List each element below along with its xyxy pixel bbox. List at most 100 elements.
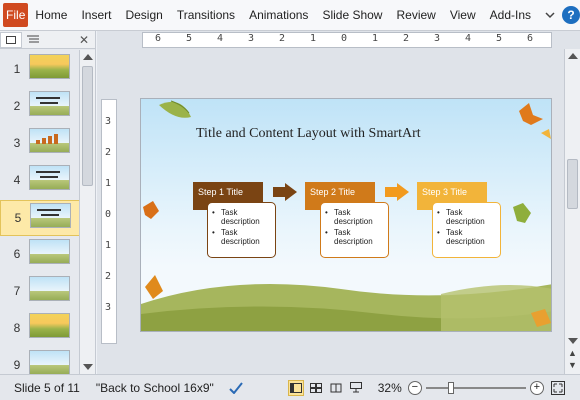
fit-slide-icon[interactable] [550, 380, 566, 396]
slide-thumbnail[interactable]: 1 [0, 52, 80, 88]
step-arrow-2 [385, 183, 409, 201]
slides-pane: ✕ 1 2 3 4 5 6 7 8 9 [0, 31, 96, 374]
ruler-tick-label: 4 [465, 33, 472, 44]
scroll-down-icon[interactable] [83, 364, 93, 370]
slide-number: 8 [13, 321, 21, 335]
slides-tab-icon[interactable] [0, 31, 22, 48]
tab-home[interactable]: Home [28, 8, 74, 22]
outline-tab-icon[interactable] [22, 32, 44, 48]
slide-thumbnail-image[interactable] [29, 276, 70, 301]
slide-thumbnail-image[interactable] [29, 54, 70, 79]
slide-thumbnail[interactable]: 2 [0, 89, 80, 125]
ruler-tick-label: 3 [105, 116, 112, 127]
ruler-tick-label: 1 [105, 178, 112, 189]
zoom-level[interactable]: 32% [366, 381, 408, 395]
vertical-ruler: 3 2 1 0 1 2 3 [101, 99, 117, 344]
slide-thumbnail[interactable]: 7 [0, 274, 80, 310]
editor-scrollbar[interactable]: ▲ ▼ [564, 49, 580, 374]
slide-sorter-icon[interactable] [308, 380, 324, 396]
horizontal-ruler: 6 5 4 3 2 1 0 1 2 3 4 5 6 [142, 32, 552, 48]
step-2-box[interactable]: Task description Task description [320, 202, 389, 258]
theme-name[interactable]: "Back to School 16x9" [86, 381, 220, 395]
slide-number: 1 [13, 62, 21, 76]
scroll-down-icon[interactable] [568, 338, 578, 344]
slide-counter: Slide 5 of 11 [14, 380, 80, 395]
slide-number: 3 [13, 136, 21, 150]
slide-number: 9 [13, 358, 21, 372]
slide-thumbnail-image[interactable] [29, 350, 70, 374]
step-3-bullet: Task description [437, 228, 496, 246]
ruler-tick-label: 2 [105, 271, 112, 282]
slide-thumbnail-image[interactable] [30, 203, 71, 228]
slide-editor: 6 5 4 3 2 1 0 1 2 3 4 5 6 3 2 1 0 1 2 3 Title and Content … [97, 31, 580, 374]
next-slide-icon[interactable]: ▼ [568, 360, 577, 370]
tab-insert[interactable]: Insert [74, 8, 118, 22]
scroll-thumb[interactable] [567, 159, 578, 209]
close-pane-icon[interactable]: ✕ [79, 33, 89, 47]
reading-view-icon[interactable] [328, 380, 344, 396]
ruler-tick-label: 6 [155, 33, 162, 44]
thumbnail-scrollbar[interactable] [79, 50, 95, 374]
ruler-tick-label: 6 [527, 33, 534, 44]
tab-review[interactable]: Review [389, 8, 442, 22]
slide-thumbnail-image[interactable] [29, 128, 70, 153]
pane-tabs: ✕ [0, 31, 95, 49]
ruler-tick-label: 1 [310, 33, 317, 44]
tab-view[interactable]: View [443, 8, 483, 22]
ruler-tick-label: 3 [105, 302, 112, 313]
ruler-tick-label: 5 [186, 33, 193, 44]
previous-slide-icon[interactable]: ▲ [568, 348, 577, 358]
tab-slide-show[interactable]: Slide Show [315, 8, 389, 22]
slide-thumbnail-image[interactable] [29, 313, 70, 338]
tab-design[interactable]: Design [118, 8, 169, 22]
tab-transitions[interactable]: Transitions [170, 8, 242, 22]
slide-number: 2 [13, 99, 21, 113]
scroll-thumb[interactable] [82, 66, 93, 186]
ruler-tick-label: 3 [248, 33, 255, 44]
spell-check-icon[interactable] [228, 380, 244, 396]
slide-number: 4 [13, 173, 21, 187]
zoom-slider-handle[interactable] [447, 381, 454, 394]
step-2-bullet: Task description [325, 208, 384, 226]
slide-number: 7 [13, 284, 21, 298]
tab-add-ins[interactable]: Add-Ins [483, 8, 538, 22]
help-icon[interactable]: ? [562, 6, 580, 24]
ruler-tick-label: 3 [434, 33, 441, 44]
normal-view-icon[interactable] [287, 379, 304, 396]
ruler-tick-label: 4 [217, 33, 224, 44]
tab-animations[interactable]: Animations [242, 8, 315, 22]
scroll-up-icon[interactable] [83, 54, 93, 60]
slide-thumbnail[interactable]: 4 [0, 163, 80, 199]
slide-thumbnail[interactable]: 5 [0, 200, 80, 236]
slide-thumbnail-image[interactable] [29, 91, 70, 116]
slide-number: 5 [14, 211, 22, 225]
slide-thumbnail-image[interactable] [29, 239, 70, 264]
slide-thumbnail[interactable]: 6 [0, 237, 80, 273]
scroll-up-icon[interactable] [568, 53, 578, 59]
step-1-box[interactable]: Task description Task description [207, 202, 276, 258]
ruler-tick-label: 0 [105, 209, 112, 220]
step-2-bullet: Task description [325, 228, 384, 246]
zoom-out-icon[interactable]: − [407, 380, 422, 395]
minimize-ribbon-icon[interactable] [542, 7, 558, 23]
ribbon-tab-bar: File Home Insert Design Transitions Anim… [0, 0, 580, 31]
slide-thumbnail[interactable]: 3 [0, 126, 80, 162]
slide-show-icon[interactable] [348, 380, 364, 396]
file-tab[interactable]: File [3, 3, 29, 27]
ruler-tick-label: 5 [496, 33, 503, 44]
slide-thumbnail[interactable]: 9 [0, 348, 80, 374]
zoom-in-icon[interactable]: + [529, 380, 544, 395]
ruler-tick-label: 2 [279, 33, 286, 44]
slide-canvas[interactable]: Title and Content Layout with SmartArt S… [140, 98, 552, 332]
zoom-slider[interactable] [425, 380, 526, 396]
slide-title[interactable]: Title and Content Layout with SmartArt [196, 126, 421, 142]
step-3-box[interactable]: Task description Task description [432, 202, 501, 258]
slide-thumbnail[interactable]: 8 [0, 311, 80, 347]
ruler-tick-label: 0 [341, 33, 348, 44]
ruler-tick-label: 1 [372, 33, 379, 44]
slide-number: 6 [13, 247, 21, 261]
step-3-bullet: Task description [437, 208, 496, 226]
ruler-tick-label: 2 [403, 33, 410, 44]
slide-thumbnail-image[interactable] [29, 165, 70, 190]
step-1-bullet: Task description [212, 228, 271, 246]
